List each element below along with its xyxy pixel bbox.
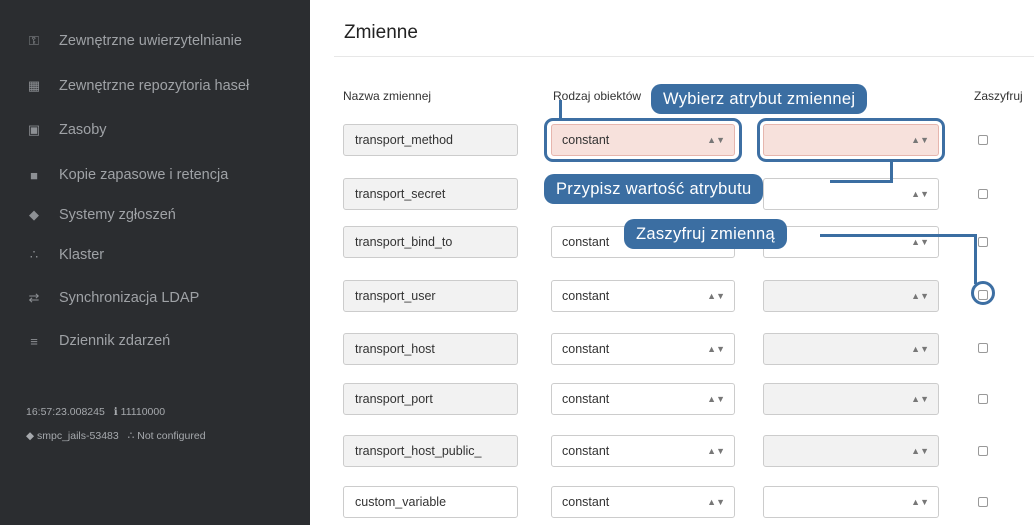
variable-name-field[interactable]: custom_variable bbox=[343, 486, 518, 518]
host-name: smpc_jails-53483 bbox=[37, 430, 119, 442]
callout-connector bbox=[890, 160, 893, 183]
exchange-icon: ⇄ bbox=[28, 290, 40, 305]
tag-small-icon: ◆ bbox=[26, 430, 35, 442]
grid-icon: ▦ bbox=[27, 78, 41, 93]
attribute-select[interactable]: ▲▼ bbox=[763, 435, 939, 467]
object-type-value: constant bbox=[562, 289, 610, 303]
key-icon: ⚿ bbox=[29, 33, 39, 48]
encrypt-checkbox[interactable] bbox=[978, 343, 988, 353]
object-type-value: constant bbox=[562, 444, 610, 458]
select-arrows-icon: ▲▼ bbox=[911, 291, 929, 301]
encrypt-checkbox[interactable] bbox=[978, 189, 988, 199]
variable-name-field[interactable]: transport_port bbox=[343, 383, 518, 415]
select-arrows-icon: ▲▼ bbox=[707, 344, 725, 354]
server-time: 16:57:23.008245 bbox=[26, 406, 105, 418]
callout-encrypt-variable: Zaszyfruj zmienną bbox=[624, 219, 787, 249]
sidebar-item-label: Dziennik zdarzeń bbox=[59, 333, 171, 349]
page-title: Zmienne bbox=[344, 22, 418, 43]
select-arrows-icon: ▲▼ bbox=[707, 291, 725, 301]
cluster-status: Not configured bbox=[137, 430, 206, 442]
object-type-select[interactable]: constant ▲▼ bbox=[551, 383, 735, 415]
object-type-value: constant bbox=[562, 392, 610, 406]
object-type-value: constant bbox=[562, 342, 610, 356]
object-type-select[interactable]: constant ▲▼ bbox=[551, 435, 735, 467]
sidebar-item-label: Zewnętrzne uwierzytelnianie bbox=[59, 33, 242, 49]
select-arrows-icon: ▲▼ bbox=[911, 344, 929, 354]
sitemap-small-icon: ∴ bbox=[127, 430, 135, 442]
sidebar-item-resources[interactable]: ▣ Zasoby bbox=[26, 117, 107, 143]
sidebar-item-password-vaults[interactable]: ▦ Zewnętrzne repozytoria haseł bbox=[26, 73, 249, 99]
sidebar-item-event-log[interactable]: ≡ Dziennik zdarzeń bbox=[26, 328, 170, 354]
object-type-select[interactable]: constant ▲▼ bbox=[551, 280, 735, 312]
archive-icon: ■ bbox=[30, 167, 38, 183]
sidebar-item-label: Zasoby bbox=[59, 122, 107, 138]
attribute-select[interactable]: ▲▼ bbox=[763, 333, 939, 365]
status-line-2: ◆ smpc_jails-53483 ∴ Not configured bbox=[26, 430, 206, 442]
select-arrows-icon: ▲▼ bbox=[911, 497, 929, 507]
callout-connector bbox=[830, 180, 892, 183]
attribute-select[interactable]: ▲▼ bbox=[763, 280, 939, 312]
select-arrows-icon: ▲▼ bbox=[707, 394, 725, 404]
select-arrows-icon: ▲▼ bbox=[911, 394, 929, 404]
sidebar-item-backups[interactable]: ■ Kopie zapasowe i retencja bbox=[26, 162, 228, 188]
sitemap-icon: ∴ bbox=[29, 247, 39, 262]
encrypt-checkbox[interactable] bbox=[978, 497, 988, 507]
object-type-value: constant bbox=[562, 495, 610, 509]
callout-connector bbox=[974, 234, 977, 284]
tag-icon: ◆ bbox=[29, 207, 39, 222]
sidebar-item-label: Synchronizacja LDAP bbox=[59, 290, 200, 306]
object-type-select[interactable]: constant ▲▼ bbox=[551, 333, 735, 365]
callout-connector bbox=[820, 234, 977, 237]
object-type-select[interactable]: constant ▲▼ bbox=[551, 486, 735, 518]
version-number: 11110000 bbox=[120, 406, 166, 418]
highlight-ring-object-type bbox=[544, 118, 742, 162]
list-icon: ≡ bbox=[30, 333, 38, 349]
sidebar-item-label: Klaster bbox=[59, 247, 105, 263]
sidebar-item-external-auth[interactable]: ⚿ Zewnętrzne uwierzytelnianie bbox=[26, 28, 242, 54]
highlight-ring-attribute bbox=[757, 118, 945, 162]
sidebar-item-ldap-sync[interactable]: ⇄ Synchronizacja LDAP bbox=[26, 285, 200, 311]
object-type-value: constant bbox=[562, 235, 610, 249]
select-arrows-icon: ▲▼ bbox=[911, 189, 929, 199]
sidebar-item-label: Kopie zapasowe i retencja bbox=[59, 167, 229, 183]
column-header-encrypt: Zaszyfruj bbox=[974, 89, 1023, 103]
title-divider bbox=[334, 56, 1034, 57]
info-icon: ℹ bbox=[113, 406, 118, 418]
variable-name-field[interactable]: transport_bind_to bbox=[343, 226, 518, 258]
sidebar: ⚿ Zewnętrzne uwierzytelnianie ▦ Zewnętrz… bbox=[0, 0, 310, 525]
variable-name-field[interactable]: transport_host bbox=[343, 333, 518, 365]
attribute-select[interactable]: ▲▼ bbox=[763, 486, 939, 518]
sidebar-item-label: Zewnętrzne repozytoria haseł bbox=[59, 78, 250, 94]
select-arrows-icon: ▲▼ bbox=[707, 497, 725, 507]
image-icon: ▣ bbox=[27, 122, 41, 137]
encrypt-checkbox[interactable] bbox=[978, 135, 988, 145]
variable-name-field[interactable]: transport_method bbox=[343, 124, 518, 156]
callout-connector bbox=[559, 100, 562, 120]
variable-name-field[interactable]: transport_user bbox=[343, 280, 518, 312]
highlight-ring-encrypt bbox=[971, 281, 995, 305]
sidebar-item-label: Systemy zgłoszeń bbox=[59, 207, 176, 223]
variable-name-field[interactable]: transport_secret bbox=[343, 178, 518, 210]
encrypt-checkbox[interactable] bbox=[978, 394, 988, 404]
encrypt-checkbox[interactable] bbox=[978, 446, 988, 456]
attribute-select[interactable]: ▲▼ bbox=[763, 226, 939, 258]
attribute-select[interactable]: ▲▼ bbox=[763, 383, 939, 415]
variable-name-field[interactable]: transport_host_public_ bbox=[343, 435, 518, 467]
status-line-1: 16:57:23.008245 ℹ 11110000 bbox=[26, 406, 165, 418]
sidebar-item-ticket-systems[interactable]: ◆ Systemy zgłoszeń bbox=[26, 202, 176, 228]
column-header-type: Rodzaj obiektów bbox=[553, 89, 642, 103]
callout-choose-attribute: Wybierz atrybut zmiennej bbox=[651, 84, 868, 114]
select-arrows-icon: ▲▼ bbox=[911, 237, 929, 247]
main-content: Zmienne Nazwa zmiennej Rodzaj obiektów Z… bbox=[310, 0, 1034, 525]
callout-assign-value: Przypisz wartość atrybutu bbox=[544, 174, 764, 204]
sidebar-item-cluster[interactable]: ∴ Klaster bbox=[26, 242, 104, 268]
select-arrows-icon: ▲▼ bbox=[911, 446, 929, 456]
select-arrows-icon: ▲▼ bbox=[707, 446, 725, 456]
encrypt-checkbox[interactable] bbox=[978, 237, 988, 247]
column-header-name: Nazwa zmiennej bbox=[343, 89, 432, 103]
